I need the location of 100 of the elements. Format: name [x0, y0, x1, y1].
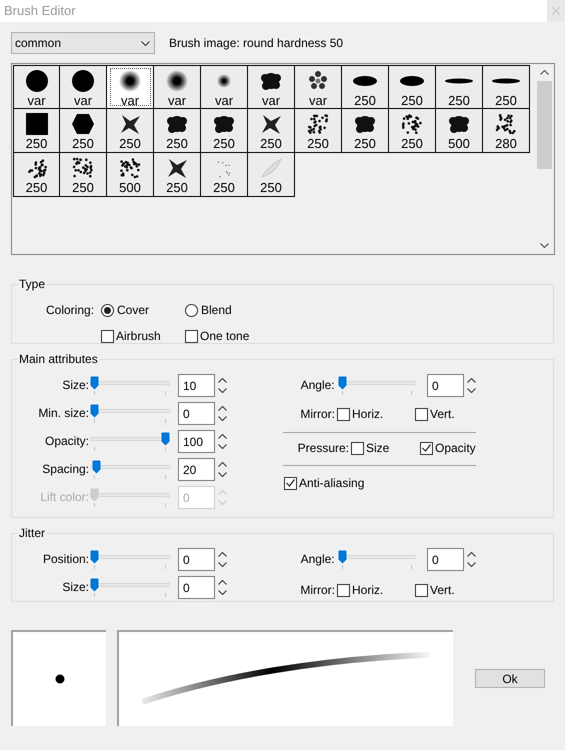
- brush-preset[interactable]: 250: [13, 109, 60, 153]
- field-label: Pressure:: [296, 440, 349, 457]
- brush-preset[interactable]: 250: [13, 153, 60, 197]
- brush-preset[interactable]: var: [154, 65, 201, 109]
- tick-mark: [165, 391, 166, 395]
- checkbox[interactable]: [101, 330, 114, 342]
- checkmark-icon: [286, 479, 295, 487]
- spin-down-button[interactable]: [218, 442, 227, 452]
- radio-button[interactable]: [101, 304, 114, 316]
- spin-up-button[interactable]: [467, 550, 476, 560]
- spin-down-button[interactable]: [467, 560, 476, 570]
- number-field[interactable]: 0: [427, 374, 464, 397]
- spin-up-button[interactable]: [218, 578, 227, 588]
- checkbox[interactable]: [337, 408, 350, 420]
- slider-thumb[interactable]: [90, 550, 99, 564]
- slider-thumb[interactable]: [92, 460, 102, 474]
- spin-down-button[interactable]: [218, 414, 227, 424]
- field-label: Position:: [42, 551, 89, 568]
- tick-mark: [165, 447, 166, 451]
- slider-thumb[interactable]: [161, 432, 170, 446]
- number-field[interactable]: 0: [178, 576, 215, 599]
- checkbox-label: Size: [366, 440, 390, 457]
- brush-preset[interactable]: 250: [389, 65, 436, 109]
- brush-preset[interactable]: 280: [483, 109, 530, 153]
- spin-down-button[interactable]: [218, 470, 227, 480]
- chevron-down-icon: [218, 416, 227, 421]
- brush-preset[interactable]: 250: [107, 109, 154, 153]
- field-label: Mirror:: [299, 582, 335, 599]
- brush-preset[interactable]: var: [107, 65, 154, 109]
- brush-preset[interactable]: 250: [342, 65, 389, 109]
- tick-mark: [94, 391, 95, 395]
- spin-up-button[interactable]: [218, 432, 227, 442]
- radio-button[interactable]: [185, 304, 198, 316]
- chevron-up-icon: [218, 490, 227, 495]
- checkbox-label: Horiz.: [352, 582, 384, 599]
- slider-thumb[interactable]: [90, 376, 99, 390]
- checkbox[interactable]: [415, 408, 428, 420]
- brush-preset[interactable]: var: [248, 65, 295, 109]
- slider-thumb[interactable]: [338, 376, 347, 390]
- thin-ellipse-icon: [444, 78, 474, 84]
- slider-thumb[interactable]: [338, 550, 347, 564]
- chevron-up-icon: [540, 70, 549, 75]
- checkbox-label: Vert.: [430, 582, 455, 599]
- spin-up-button[interactable]: [218, 376, 227, 386]
- scrollbar-thumb[interactable]: [537, 81, 552, 169]
- spin-down-button[interactable]: [218, 588, 227, 598]
- number-field[interactable]: 20: [178, 458, 215, 481]
- spin-down-button[interactable]: [218, 386, 227, 396]
- checkbox[interactable]: [337, 584, 350, 596]
- tick-mark: [411, 565, 412, 569]
- brush-preset[interactable]: 250: [60, 109, 107, 153]
- chevron-down-icon: [218, 562, 227, 567]
- brush-image-label: Brush image: round hardness 50: [169, 35, 344, 52]
- number-field[interactable]: 0: [178, 548, 215, 571]
- brush-preset[interactable]: 250: [248, 153, 295, 197]
- spin-down-button[interactable]: [467, 386, 476, 396]
- number-field[interactable]: 10: [178, 374, 215, 397]
- spin-down-button[interactable]: [218, 560, 227, 570]
- field-label: Size:: [61, 579, 89, 596]
- group-title: Jitter: [18, 525, 46, 542]
- slider-thumb[interactable]: [90, 578, 99, 592]
- number-field[interactable]: 0: [178, 402, 215, 425]
- brush-preset[interactable]: 250: [201, 153, 248, 197]
- brush-preset[interactable]: 250: [60, 153, 107, 197]
- chevron-up-icon: [218, 580, 227, 585]
- brush-preset[interactable]: 250: [154, 153, 201, 197]
- radio-label: Blend: [201, 302, 232, 319]
- chevron-down-icon: [467, 388, 476, 393]
- checkbox[interactable]: [420, 442, 433, 454]
- spin-up-button[interactable]: [218, 404, 227, 414]
- brush-preset[interactable]: 250: [483, 65, 530, 109]
- brush-preset[interactable]: 250: [154, 109, 201, 153]
- brush-preset[interactable]: 250: [436, 65, 483, 109]
- brush-preset[interactable]: var: [60, 65, 107, 109]
- number-field[interactable]: 0: [427, 548, 464, 571]
- chevron-down-icon: [218, 590, 227, 595]
- brush-preset[interactable]: 500: [107, 153, 154, 197]
- spin-up-button[interactable]: [218, 550, 227, 560]
- brush-preset[interactable]: 500: [436, 109, 483, 153]
- tick-mark: [94, 565, 95, 569]
- chevron-down-icon: [218, 500, 227, 505]
- ok-button[interactable]: Ok: [475, 668, 545, 688]
- brush-preset[interactable]: var: [13, 65, 60, 109]
- checkbox[interactable]: [185, 330, 198, 342]
- brush-preset[interactable]: 250: [248, 109, 295, 153]
- checkbox[interactable]: [351, 442, 364, 454]
- brush-preset[interactable]: var: [295, 65, 342, 109]
- checkbox[interactable]: [284, 476, 297, 490]
- brush-preset[interactable]: 250: [295, 109, 342, 153]
- spin-up-button[interactable]: [218, 460, 227, 470]
- slider-thumb[interactable]: [90, 404, 99, 418]
- checkbox[interactable]: [415, 584, 428, 596]
- number-field[interactable]: 100: [178, 430, 215, 453]
- brush-set-dropdown[interactable]: common: [11, 32, 155, 54]
- spin-up-button[interactable]: [467, 376, 476, 386]
- chevron-down-icon: [218, 388, 227, 393]
- brush-preset[interactable]: 250: [389, 109, 436, 153]
- brush-preset[interactable]: var: [201, 65, 248, 109]
- brush-preset[interactable]: 250: [201, 109, 248, 153]
- brush-preset[interactable]: 250: [342, 109, 389, 153]
